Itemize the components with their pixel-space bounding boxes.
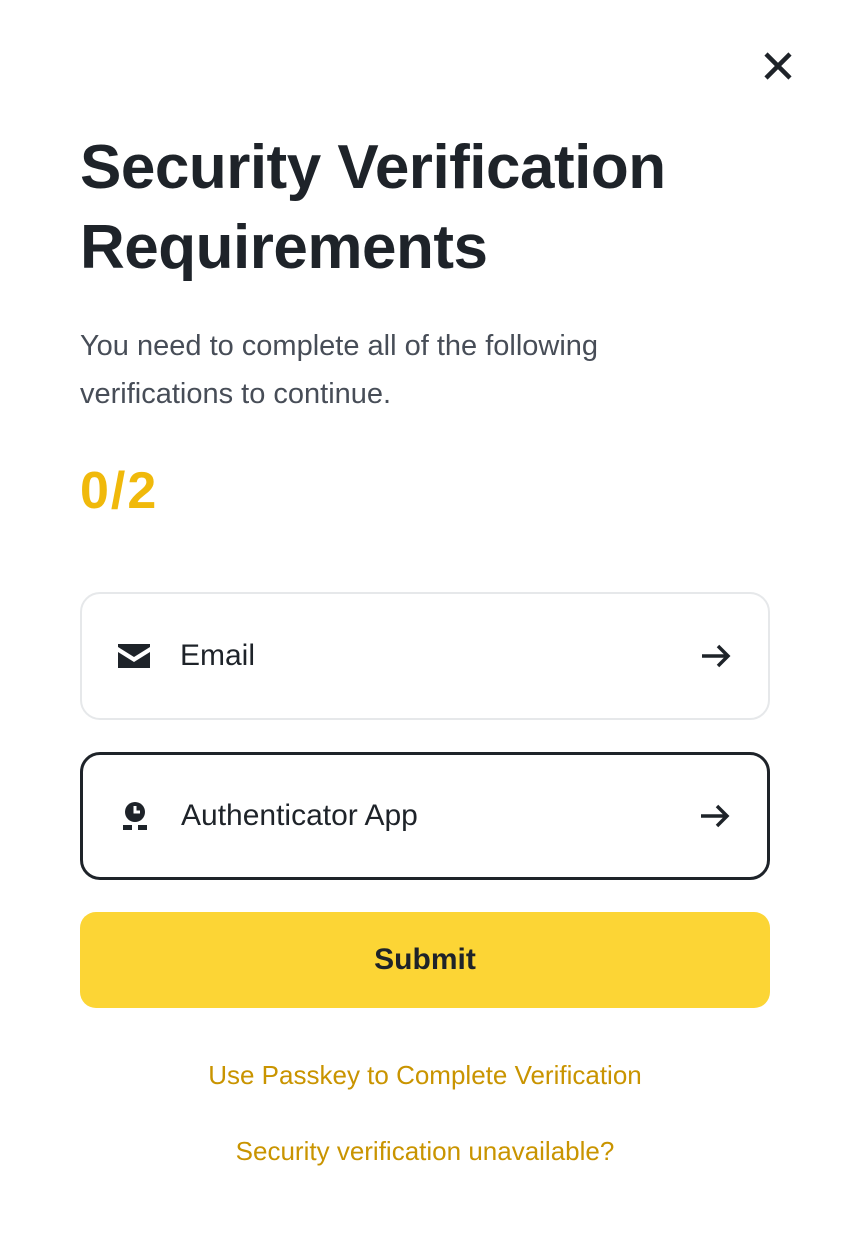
dialog-title: Security Verification Requirements <box>80 133 666 282</box>
security-verification-dialog: Security Verification Requirements You n… <box>0 0 850 1256</box>
use-passkey-link[interactable]: Use Passkey to Complete Verification <box>0 1060 850 1091</box>
close-button[interactable] <box>756 44 800 88</box>
arrow-right-icon <box>697 798 733 834</box>
close-icon <box>764 52 792 80</box>
email-option-label: Email <box>180 639 256 672</box>
authenticator-icon <box>117 798 153 834</box>
submit-button[interactable]: Submit <box>80 912 770 1008</box>
authenticator-option-label: Authenticator App <box>181 799 418 832</box>
email-verification-option[interactable]: Email <box>80 592 770 720</box>
verification-unavailable-link[interactable]: Security verification unavailable? <box>0 1136 850 1167</box>
dialog-subtitle: You need to complete all of the followin… <box>80 330 599 410</box>
verification-progress: 0/2 <box>80 462 159 520</box>
arrow-right-icon <box>698 638 734 674</box>
authenticator-app-option[interactable]: Authenticator App <box>80 752 770 880</box>
envelope-icon <box>116 638 152 674</box>
